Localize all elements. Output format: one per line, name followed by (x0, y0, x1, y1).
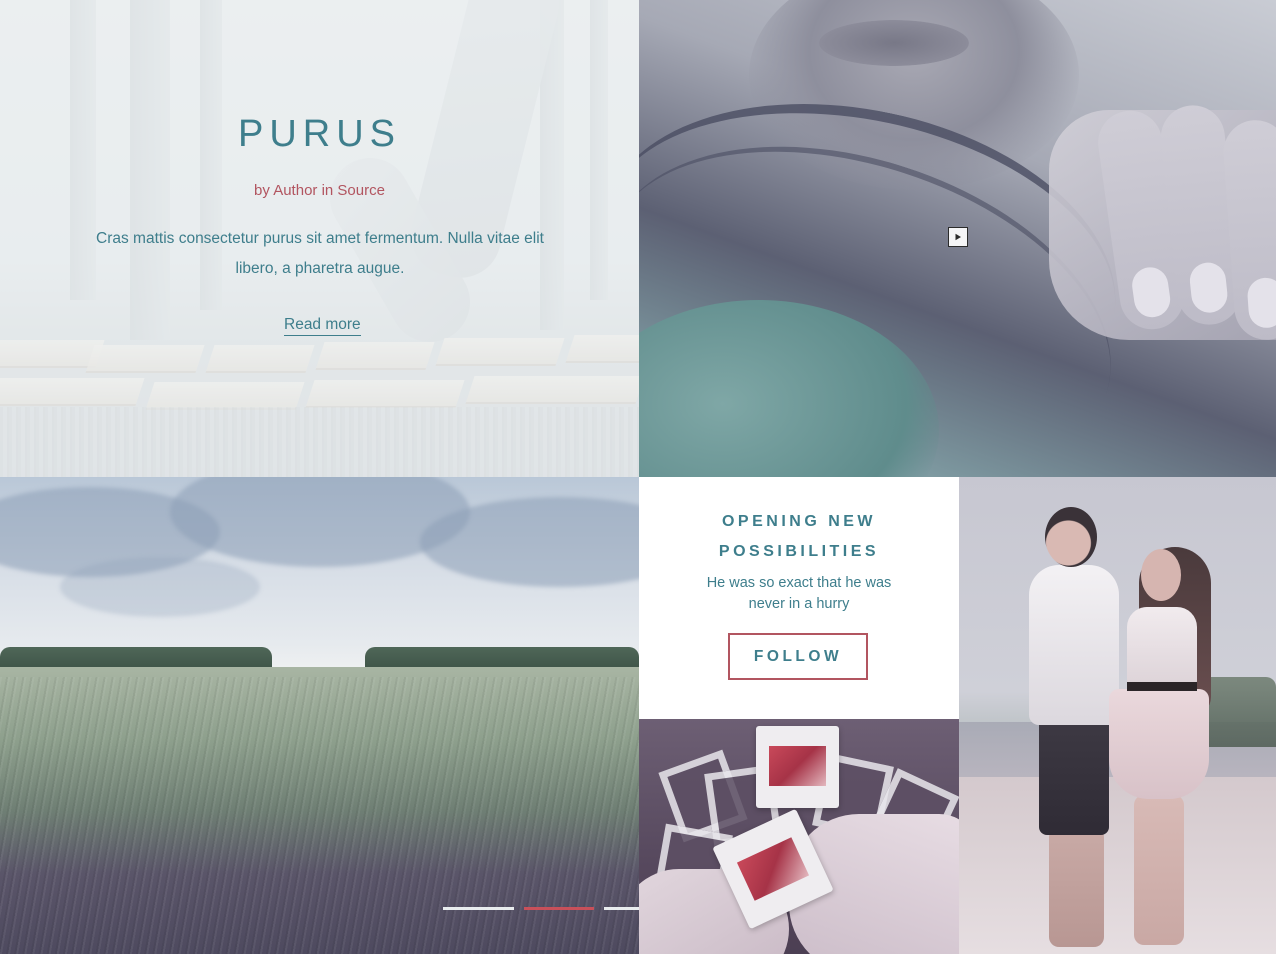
read-more-link[interactable]: Read more (284, 316, 361, 336)
cta-title: OPENING NEW POSSIBILITIES (718, 513, 880, 560)
couple-photo-tile (959, 477, 1276, 954)
play-icon (954, 233, 962, 241)
article-excerpt: Cras mattis consectetur purus sit amet f… (96, 230, 544, 277)
slide-indicator-active[interactable] (524, 907, 594, 910)
play-button[interactable] (948, 227, 968, 247)
slides-photo-tile (639, 719, 959, 954)
featured-article-tile: PURUS by Author in Source Cras mattis co… (0, 0, 639, 477)
slide-indicator[interactable] (443, 907, 514, 910)
follow-button[interactable]: FOLLOW (728, 633, 868, 680)
follow-cta-tile: OPENING NEW POSSIBILITIES He was so exac… (639, 477, 959, 719)
video-tile (639, 0, 1276, 477)
article-title: PURUS (237, 113, 402, 155)
field-photo-tile (0, 477, 639, 954)
cta-subtitle: He was so exact that he was never in a h… (706, 575, 892, 612)
article-byline: by Author in Source (254, 182, 385, 199)
